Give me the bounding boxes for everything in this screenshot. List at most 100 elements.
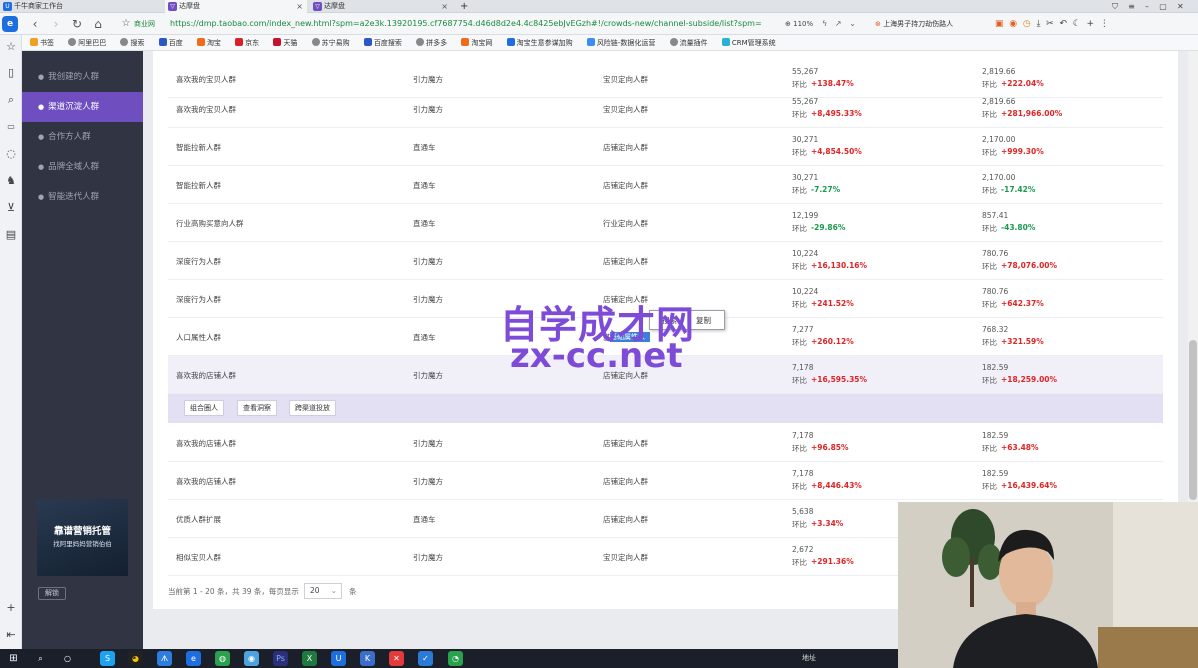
undo-icon[interactable]: ↶ xyxy=(1059,19,1067,29)
view-insight-button[interactable]: 查看洞察 xyxy=(237,400,277,416)
close-window-icon[interactable]: ✕ xyxy=(1177,2,1184,11)
qianniu-taskbar-icon[interactable]: U xyxy=(331,651,346,666)
browser-tab-damopan-active[interactable]: ▽ 达摩盘 × xyxy=(165,0,307,13)
metric-2-ratio: +16,439.64% xyxy=(1001,481,1058,490)
lightning-icon[interactable]: ϟ xyxy=(822,19,827,28)
share-icon[interactable]: ↗ xyxy=(835,19,842,28)
combine-crowd-button[interactable]: 组合圈人 xyxy=(184,400,224,416)
bookmark-item[interactable]: 阿里巴巴 xyxy=(68,38,106,47)
bookmark-item[interactable]: 风险链-数据化运营 xyxy=(586,38,655,47)
forward-icon[interactable]: › xyxy=(48,16,64,32)
bookmark-item[interactable]: 流量插件 xyxy=(669,38,708,47)
cross-channel-button[interactable]: 跨渠道投放 xyxy=(289,400,336,416)
app-icon-red[interactable]: ✕ xyxy=(389,651,404,666)
search-engine-icon: ⊛ xyxy=(875,20,881,28)
star-icon[interactable]: ☆ xyxy=(3,39,19,55)
photoshop-icon[interactable]: Ps xyxy=(273,651,288,666)
chat-icon[interactable]: ◌ xyxy=(3,146,19,162)
sidebar-item-my-crowds[interactable]: ● 我创建的人群 xyxy=(22,62,143,92)
app-icon-k[interactable]: K xyxy=(360,651,375,666)
video-icon[interactable]: ▭ xyxy=(3,119,19,135)
page-size-select[interactable]: 20 ⌄ xyxy=(304,583,342,599)
search-box[interactable]: ⊛ 上海男子持刀劫伤路人 xyxy=(875,16,987,32)
scrollbar-thumb[interactable] xyxy=(1189,340,1197,500)
dropdown-icon[interactable]: ⌄ xyxy=(849,19,856,28)
app-icon-store[interactable]: ᗑ xyxy=(157,651,172,666)
table-row[interactable]: 智能拉新人群 直通车 店铺定向人群 30,271 环比 -7.27% 2,170.00 环比 -… xyxy=(168,166,1163,204)
favorite-star-icon[interactable]: ☆ xyxy=(118,16,134,32)
zoom-level[interactable]: ⊕ 110% xyxy=(785,16,813,32)
bookmark-item[interactable]: 书签 xyxy=(30,38,54,47)
promo-banner[interactable]: 靠谱营销托管 找阿里妈妈营销伯伯 xyxy=(37,499,128,576)
cart-icon[interactable]: ⊻ xyxy=(3,200,19,216)
shirt-icon[interactable]: ⛉ xyxy=(1112,2,1118,11)
minimize-icon[interactable]: – xyxy=(1145,2,1149,11)
clock-extension-icon[interactable]: ◷ xyxy=(1023,19,1031,29)
table-row[interactable]: 智能拉新人群 直通车 店铺定向人群 30,271 环比 +4,854.50% 2,170.0… xyxy=(168,128,1163,166)
table-row[interactable]: 喜欢我的宝贝人群 引力魔方 宝贝定向人群 55,267 环比 +8,495.33% 2,81… xyxy=(168,90,1163,128)
bookmark-item[interactable]: 京东 xyxy=(235,38,259,47)
sidebar-item-smart-crowds[interactable]: ● 智能迭代人群 xyxy=(22,182,143,212)
bookmark-item[interactable]: 淘宝 xyxy=(196,38,221,47)
add-icon[interactable]: + xyxy=(1087,19,1095,29)
search-icon[interactable]: ⌕ xyxy=(33,651,48,666)
bookmark-item[interactable]: 百度搜索 xyxy=(363,38,402,47)
more-icon[interactable]: ⋮ xyxy=(1100,19,1109,29)
close-tab-icon[interactable]: × xyxy=(441,0,448,13)
scissors-icon[interactable]: ✂ xyxy=(1046,19,1054,29)
bookmark-item[interactable]: 拼多多 xyxy=(416,38,447,47)
table-row[interactable]: 行业高购买意向人群 直通车 行业定向人群 12,199 环比 -29.86% 857.41 环… xyxy=(168,204,1163,242)
wechat-icon[interactable]: ◔ xyxy=(448,651,463,666)
close-tab-icon[interactable]: × xyxy=(296,0,303,13)
games-icon[interactable]: ♞ xyxy=(3,173,19,189)
reload-icon[interactable]: ↻ xyxy=(69,16,85,32)
sidebar-item-partner-crowds[interactable]: ● 合作方人群 xyxy=(22,122,143,152)
sidebar-item-brand-crowds[interactable]: ● 品牌全域人群 xyxy=(22,152,143,182)
app-icon-check[interactable]: ✓ xyxy=(418,651,433,666)
excel-icon[interactable]: X xyxy=(302,651,317,666)
back-icon[interactable]: ‹ xyxy=(27,16,43,32)
download-icon[interactable]: ⤓ xyxy=(1036,19,1040,29)
crowd-name: 喜欢我的店铺人群 xyxy=(176,477,236,486)
sidebar-item-channel-crowds[interactable]: ● 渠道沉淀人群 xyxy=(22,92,143,122)
extension-icon[interactable]: ▣ xyxy=(995,19,1004,29)
windows-start-icon[interactable]: ⊞ xyxy=(6,651,21,666)
translate-icon[interactable]: ▤ xyxy=(3,227,19,243)
search-icon[interactable]: ⌕ xyxy=(3,92,19,108)
table-row[interactable]: 喜欢我的店铺人群 引力魔方 店铺定向人群 7,178 环比 +8,446.43% 182.5… xyxy=(168,462,1163,500)
table-row[interactable]: 喜欢我的店铺人群 引力魔方 店铺定向人群 7,178 环比 +96.85% 182.59 环比… xyxy=(168,424,1163,462)
crowd-type: 宝贝定向人群 xyxy=(603,105,648,114)
add-sidebar-icon[interactable]: + xyxy=(3,600,19,616)
qq-icon[interactable]: ◕ xyxy=(128,651,143,666)
home-icon[interactable]: ⌂ xyxy=(90,16,106,32)
app-icon-green[interactable]: ◍ xyxy=(215,651,230,666)
game-icon[interactable]: ◉ xyxy=(1009,19,1017,29)
browser-tab-qianniu[interactable]: U 千牛商家工作台 xyxy=(0,0,165,13)
bookmark-item[interactable]: CRM管理系统 xyxy=(721,38,776,47)
new-tab-button[interactable]: + xyxy=(456,0,472,13)
bookmark-item[interactable]: 淘宝网 xyxy=(461,38,492,47)
metric-1-ratio-label: 环比 xyxy=(792,148,807,157)
crowd-channel: 直通车 xyxy=(413,181,436,190)
context-copy-item[interactable]: 复制 xyxy=(696,315,711,326)
bookmark-item[interactable]: 淘宝生意参谋加购 xyxy=(506,38,573,47)
night-mode-icon[interactable]: ☾ xyxy=(1073,19,1081,29)
bookmark-item[interactable]: 天猫 xyxy=(273,38,297,47)
app-icon-s[interactable]: S xyxy=(100,651,115,666)
browser-taskbar-icon[interactable]: e xyxy=(186,651,201,666)
bookmark-item[interactable]: 百度 xyxy=(158,38,183,47)
app-icon-blue[interactable]: ◉ xyxy=(244,651,259,666)
book-icon[interactable]: ▯ xyxy=(3,65,19,81)
collapse-icon[interactable]: ⇤ xyxy=(3,627,19,643)
crowd-name: 智能拉新人群 xyxy=(176,181,221,190)
browser-tab-damopan[interactable]: ▽ 达摩盘 × xyxy=(310,0,452,13)
maximize-icon[interactable]: ▢ xyxy=(1159,2,1167,11)
bookmark-item[interactable]: 搜索 xyxy=(120,38,144,47)
task-view-icon[interactable]: ○ xyxy=(60,651,75,666)
metric-1-value: 55,267 xyxy=(792,67,819,76)
menu-icon[interactable]: ≡ xyxy=(1128,2,1135,11)
bookmark-item[interactable]: 苏宁易购 xyxy=(311,38,350,47)
url-field[interactable]: https://dmp.taobao.com/index_new.html?sp… xyxy=(170,16,780,32)
table-row[interactable]: 深度行为人群 引力魔方 店铺定向人群 10,224 环比 +16,130.16% 780.7… xyxy=(168,242,1163,280)
unlock-button[interactable]: 解锁 xyxy=(38,587,66,600)
